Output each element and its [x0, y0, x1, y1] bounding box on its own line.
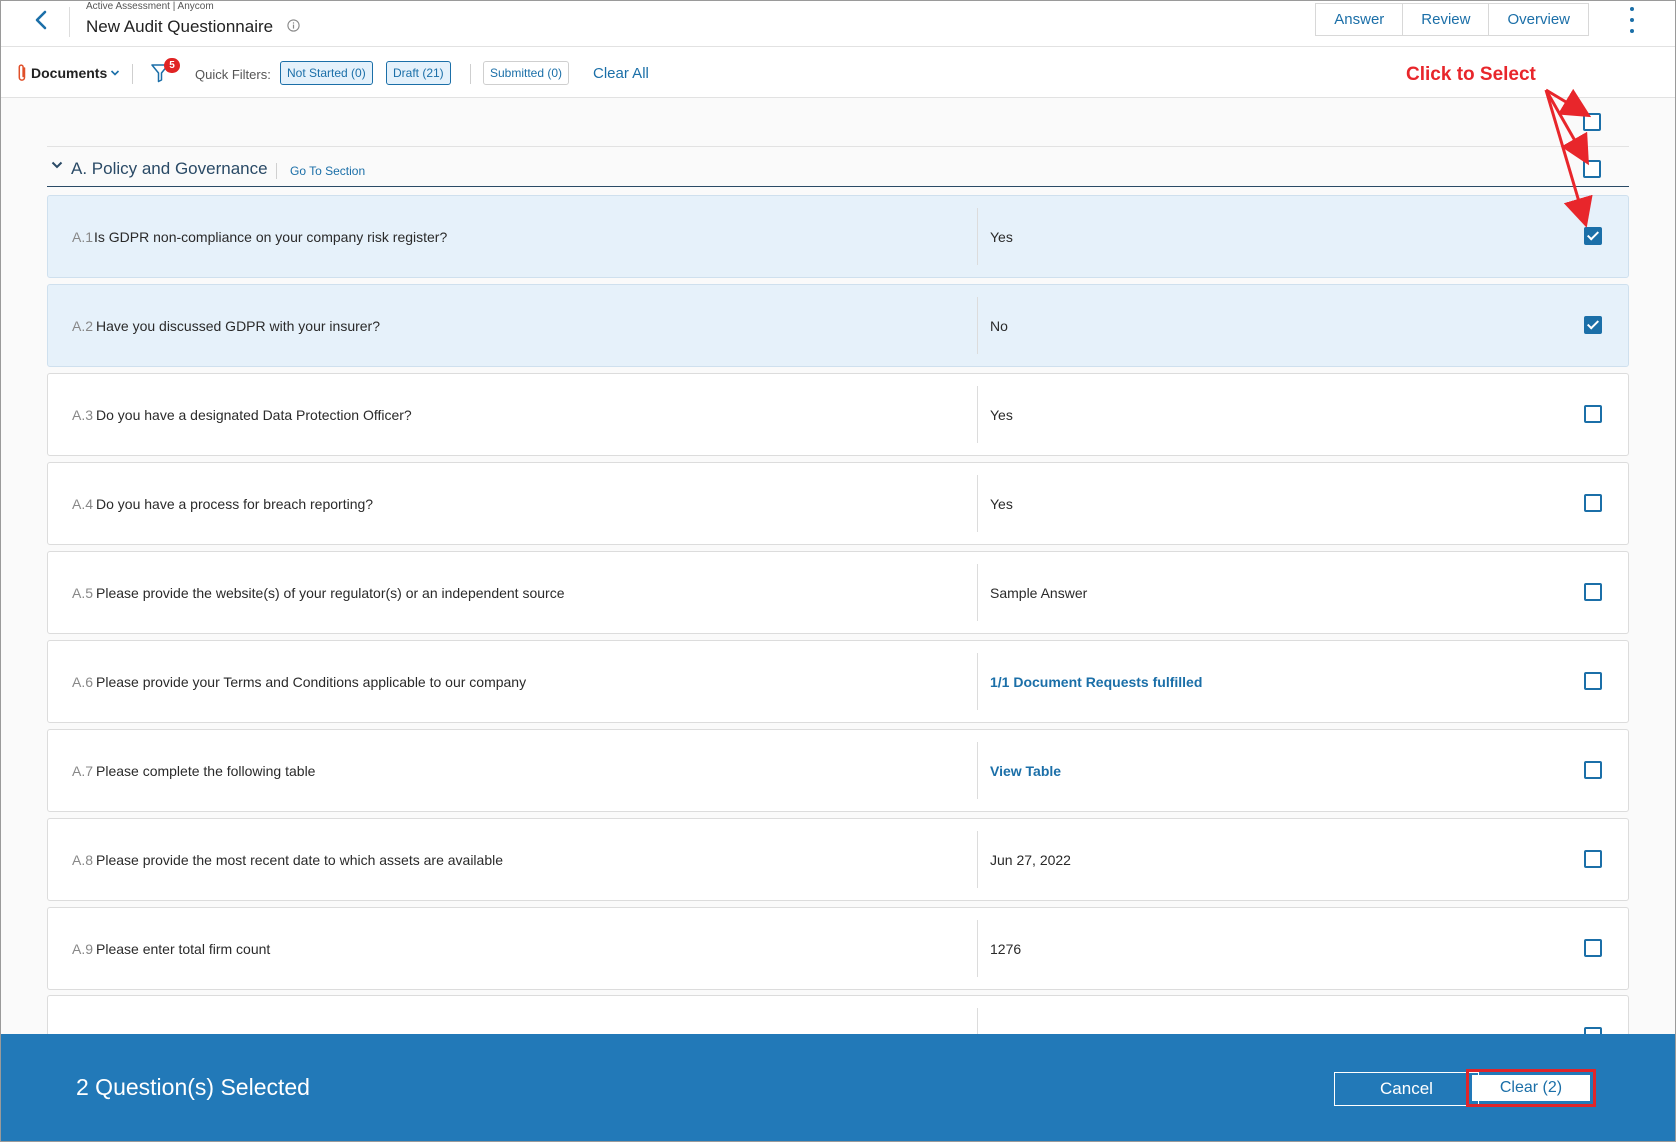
question-row[interactable]: A.7 Please complete the following table Vi…: [47, 729, 1629, 812]
question-row[interactable]: A.2 Have you discussed GDPR with your ins…: [47, 284, 1629, 367]
selected-count: 2 Question(s) Selected: [76, 1074, 310, 1100]
documents-label: Documents: [31, 65, 108, 81]
question-number: A.4: [72, 496, 94, 512]
question-row[interactable]: A.9 Please enter total firm count 1276: [47, 907, 1629, 990]
answer-link[interactable]: 1/1 Document Requests fulfilled: [990, 674, 1202, 690]
tab-answer[interactable]: Answer: [1315, 3, 1404, 36]
row-divider: [977, 297, 978, 354]
question-text: Please complete the following table: [96, 763, 316, 779]
question-row[interactable]: A.1 Is GDPR non-compliance on your compan…: [47, 195, 1629, 278]
section-select-checkbox[interactable]: [1583, 160, 1601, 178]
clear-button-highlight: Clear (2): [1466, 1069, 1596, 1107]
question-number: A.1: [72, 229, 94, 245]
back-button[interactable]: [27, 5, 55, 35]
filter-count-badge: 5: [164, 58, 180, 73]
row-divider: [977, 475, 978, 532]
question-checkbox[interactable]: [1584, 405, 1602, 423]
header: Active Assessment | Anycom New Audit Que…: [1, 1, 1675, 47]
row-divider: [977, 653, 978, 710]
question-text: Please provide the most recent date to w…: [96, 852, 504, 868]
page-title: New Audit Questionnaire: [86, 17, 274, 36]
question-checkbox[interactable]: [1584, 761, 1602, 779]
question-row-partial[interactable]: [47, 995, 1629, 1034]
answer-link[interactable]: View Table: [990, 763, 1061, 779]
chevron-down-icon: [111, 70, 120, 76]
question-row[interactable]: A.8 Please provide the most recent date t…: [47, 818, 1629, 901]
questions-content: A. Policy and Governance Go To Section A…: [1, 98, 1675, 1034]
row-divider: [977, 1008, 978, 1034]
question-text: Have you discussed GDPR with your insure…: [96, 318, 381, 334]
question-text: Please provide your Terms and Conditions…: [96, 674, 527, 690]
info-icon[interactable]: [287, 19, 300, 37]
more-options-icon[interactable]: [1627, 7, 1637, 33]
question-text: Do you have a process for breach reporti…: [96, 496, 374, 512]
divider: [47, 146, 1629, 147]
question-checkbox[interactable]: [1584, 672, 1602, 690]
answer-value: Jun 27, 2022: [990, 852, 1071, 868]
app-frame: Active Assessment | Anycom New Audit Que…: [0, 0, 1676, 1142]
select-all-checkbox[interactable]: [1583, 113, 1601, 131]
tab-overview[interactable]: Overview: [1488, 3, 1589, 36]
filter-button[interactable]: 5: [151, 58, 180, 88]
row-divider: [977, 386, 978, 443]
question-number: A.9: [72, 941, 94, 957]
row-divider: [977, 208, 978, 265]
question-checkbox[interactable]: [1584, 227, 1602, 245]
question-row[interactable]: A.4 Do you have a process for breach repo…: [47, 462, 1629, 545]
paperclip-icon: [18, 64, 26, 81]
question-number: A.7: [72, 763, 94, 779]
question-checkbox[interactable]: [1584, 1027, 1602, 1034]
answer-value: Yes: [990, 496, 1013, 512]
header-divider: [69, 7, 70, 37]
clear-button[interactable]: Clear (2): [1472, 1075, 1590, 1101]
question-number: A.8: [72, 852, 94, 868]
question-checkbox[interactable]: [1584, 494, 1602, 512]
clear-all-link[interactable]: Clear All: [593, 65, 649, 82]
answer-value: No: [990, 318, 1008, 334]
cancel-button[interactable]: Cancel: [1334, 1072, 1479, 1106]
answer-value: Sample Answer: [990, 585, 1088, 601]
chip-draft[interactable]: Draft (21): [386, 61, 451, 85]
chip-not-started[interactable]: Not Started (0): [280, 61, 373, 85]
filter-bar-divider: [132, 64, 133, 84]
documents-dropdown[interactable]: Documents: [17, 63, 120, 83]
question-number: A.2: [72, 318, 94, 334]
question-checkbox[interactable]: [1584, 583, 1602, 601]
answer-value: Yes: [990, 407, 1013, 423]
question-row[interactable]: A.5 Please provide the website(s) of your…: [47, 551, 1629, 634]
section-title: A. Policy and Governance: [71, 159, 268, 178]
question-checkbox[interactable]: [1584, 939, 1602, 957]
row-divider: [977, 831, 978, 888]
question-checkbox[interactable]: [1584, 850, 1602, 868]
row-divider: [977, 564, 978, 621]
question-text: Please enter total firm count: [96, 941, 271, 957]
chevron-down-icon[interactable]: [51, 160, 63, 170]
answer-value: 1276: [990, 941, 1022, 957]
section-divider: [276, 163, 277, 179]
question-row[interactable]: A.3 Do you have a designated Data Protect…: [47, 373, 1629, 456]
section-header: A. Policy and Governance Go To Section: [47, 148, 1629, 187]
chip-submitted[interactable]: Submitted (0): [483, 61, 570, 85]
question-row[interactable]: A.6 Please provide your Terms and Conditi…: [47, 640, 1629, 723]
row-divider: [977, 920, 978, 977]
selection-bar: 2 Question(s) Selected Cancel Clear (2): [1, 1034, 1675, 1141]
annotation-label: Click to Select: [1406, 64, 1536, 85]
quick-filters-label: Quick Filters:: [195, 67, 271, 82]
question-checkbox[interactable]: [1584, 316, 1602, 334]
chevron-left-icon: [35, 10, 47, 30]
question-text: Please provide the website(s) of your re…: [96, 585, 565, 601]
top-tabs: Answer Review Overview: [1315, 3, 1589, 36]
question-number: A.6: [72, 674, 94, 690]
question-number: A.5: [72, 585, 94, 601]
breadcrumb: Active Assessment | Anycom: [86, 1, 214, 12]
question-text: Is GDPR non-compliance on your company r…: [94, 229, 448, 245]
row-divider: [977, 742, 978, 799]
question-number: A.3: [72, 407, 94, 423]
question-text: Do you have a designated Data Protection…: [96, 407, 412, 423]
tab-review[interactable]: Review: [1402, 3, 1490, 36]
chip-divider: [470, 64, 471, 84]
answer-value: Yes: [990, 229, 1013, 245]
go-to-section-link[interactable]: Go To Section: [290, 164, 365, 178]
